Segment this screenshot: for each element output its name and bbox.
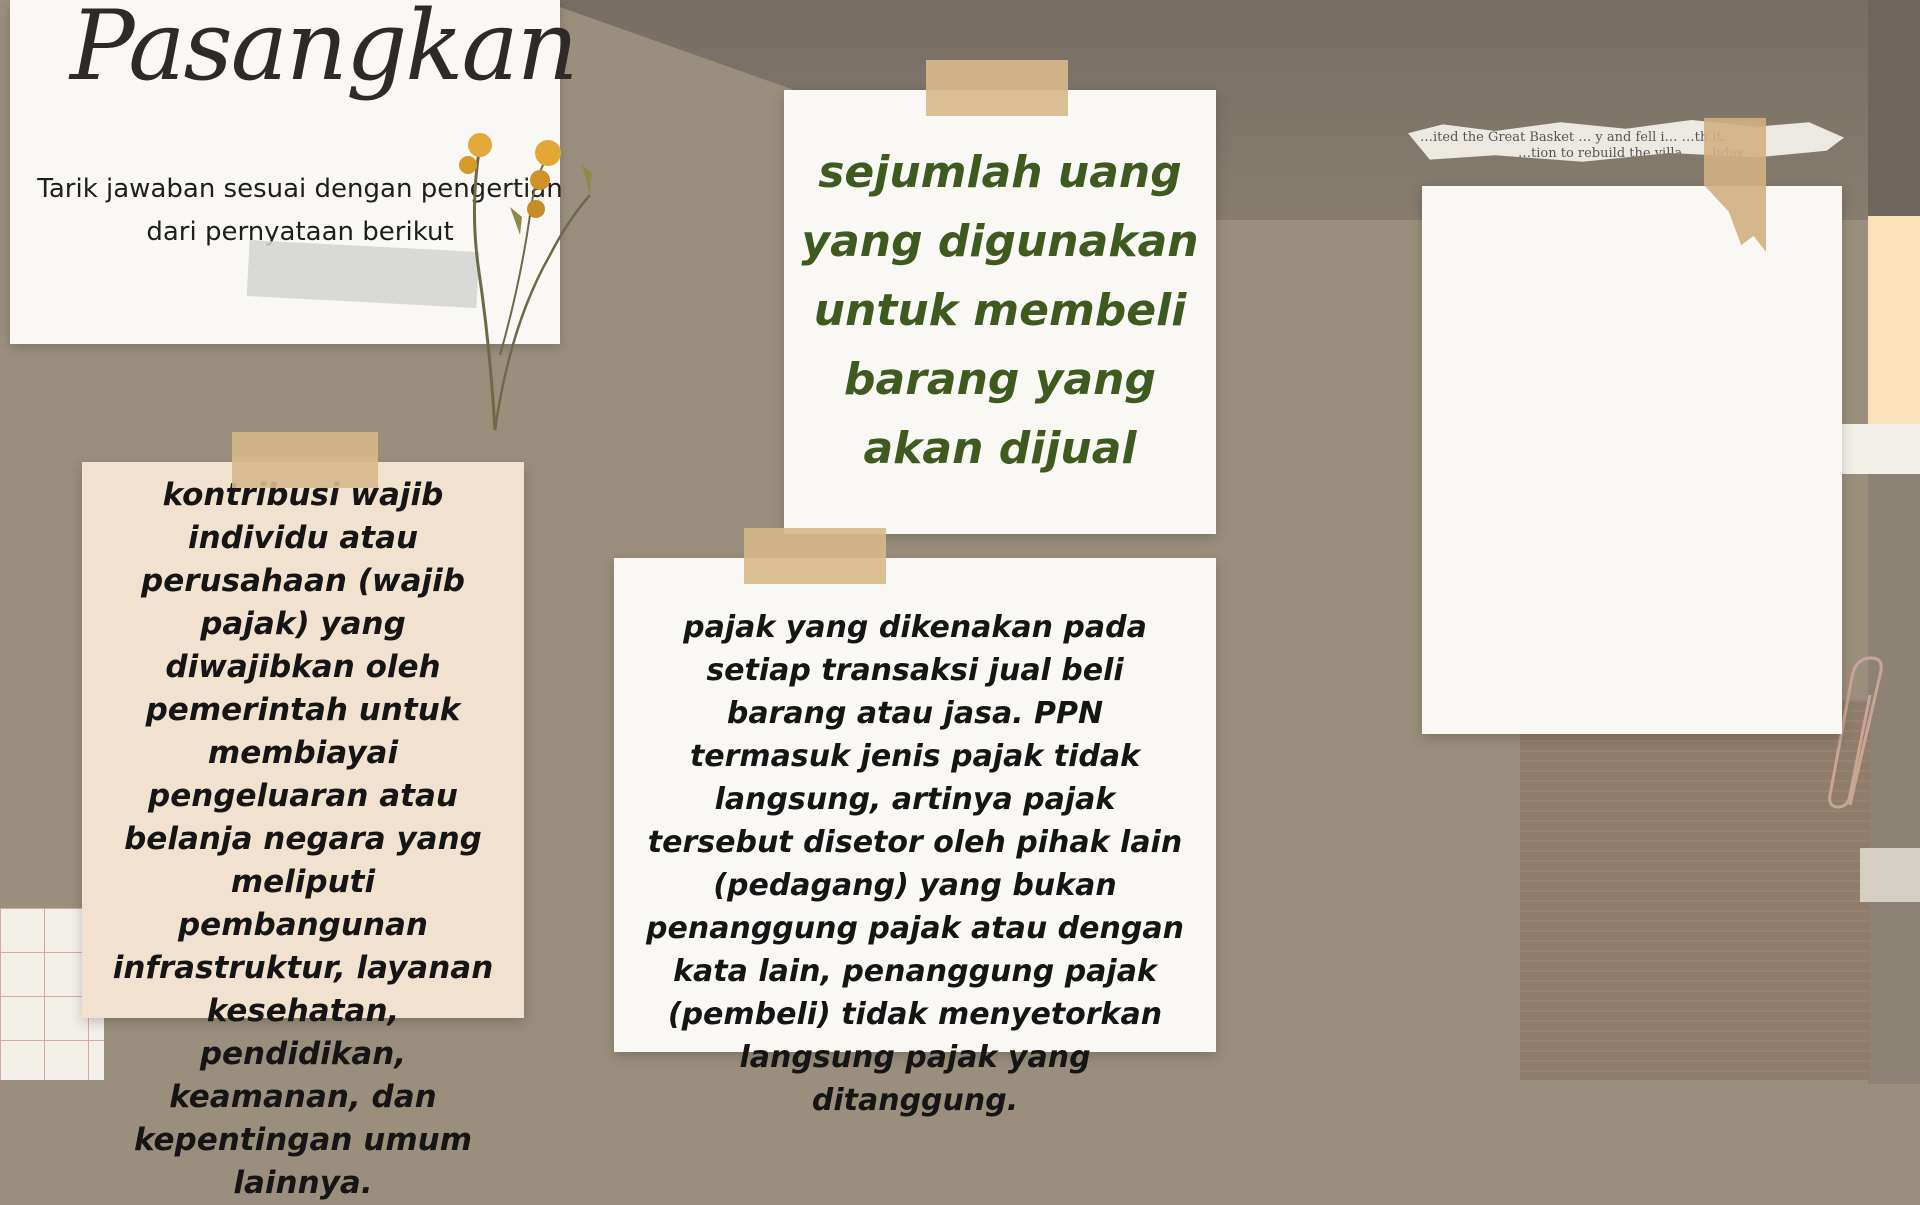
tape-left (232, 432, 378, 488)
tape-top (926, 60, 1068, 116)
dark-strip (1868, 0, 1920, 216)
statement-text-bottom: pajak yang dikenakan pada setiap transak… (646, 610, 1184, 1118)
dried-flower-icon (459, 133, 592, 431)
statement-text-left: kontribusi wajib individu atau perusahaa… (112, 477, 494, 1201)
torn-paper-tape (1860, 848, 1920, 902)
cream-strip (1868, 216, 1920, 424)
statement-text-top: sejumlah uang yang digunakan untuk membe… (801, 147, 1199, 474)
white-strip (1840, 424, 1920, 474)
page-title: Pasangkan (70, 0, 579, 102)
statement-card-bottom[interactable]: pajak yang dikenakan pada setiap transak… (614, 558, 1216, 1118)
statement-card-left[interactable]: kontribusi wajib individu atau perusahaa… (82, 462, 524, 1201)
tape-bottom (744, 528, 886, 584)
answer-drop-card[interactable] (1422, 186, 1842, 734)
statement-card-top[interactable]: sejumlah uang yang digunakan untuk membe… (784, 90, 1216, 534)
torn-newspaper-line1: …ited the Great Basket … y and fell i… …… (1420, 130, 1726, 145)
grey-tape (246, 240, 480, 308)
